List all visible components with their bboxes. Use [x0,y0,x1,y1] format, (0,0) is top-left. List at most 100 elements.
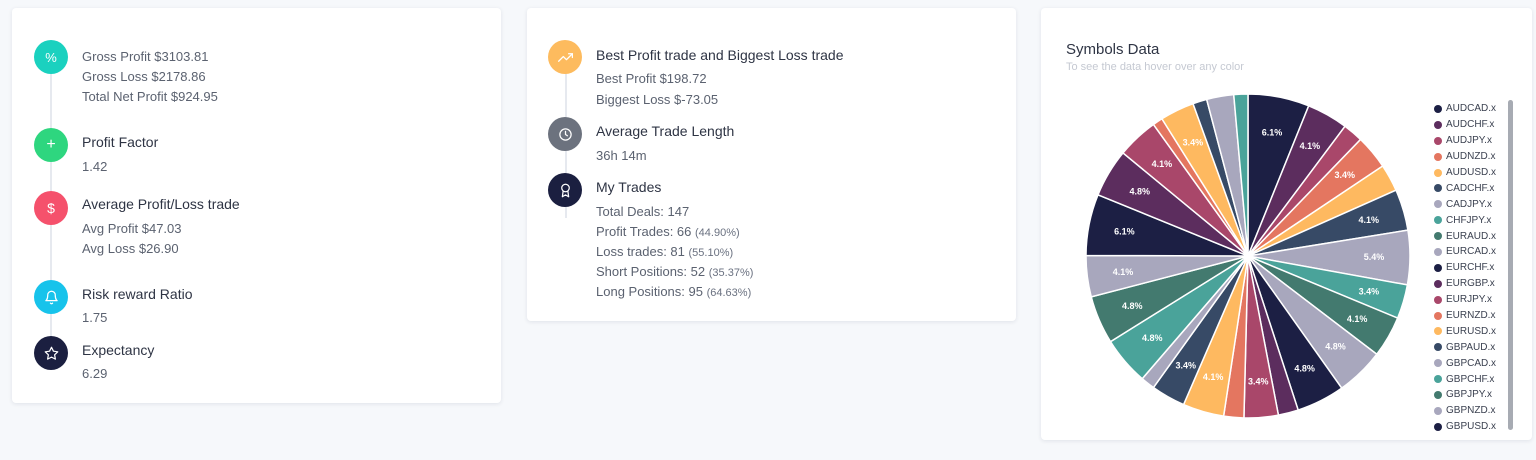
legend-label: CHFJPY.x [1446,214,1492,226]
legend-scrollbar-thumb[interactable] [1508,100,1513,430]
award-icon [548,173,582,207]
legend-label: AUDCAD.x [1446,103,1497,115]
legend-item[interactable]: EURAUD.x [1434,228,1504,244]
legend-label: GBPCAD.x [1446,357,1497,369]
total-net-profit: Total Net Profit $924.95 [82,89,218,104]
legend-label: EURUSD.x [1446,325,1497,337]
slice-label: 4.1% [1347,314,1368,324]
legend-item[interactable]: GBPJPY.x [1434,387,1504,403]
legend-swatch [1434,168,1442,177]
slice-label: 4.1% [1358,215,1379,225]
legend-label: AUDNZD.x [1446,151,1496,163]
legend-label: GBPJPY.x [1446,389,1492,401]
slice-label: 5.4% [1364,252,1385,262]
legend-label: GBPNZD.x [1446,405,1496,417]
legend-swatch [1434,343,1442,352]
best-profit: Best Profit $198.72 [596,71,707,86]
legend-item[interactable]: EURNZD.x [1434,308,1504,324]
bell-icon [34,280,68,314]
legend-label: AUDUSD.x [1446,167,1497,178]
legend-swatch [1434,216,1442,225]
legend-label: EURNZD.x [1446,310,1496,322]
legend-scrollbar[interactable] [1508,100,1513,430]
legend-item[interactable]: EURJPY.x [1434,292,1504,308]
symbols-pie-chart[interactable]: 6.1% 4.1% 3.4% 4.1% 5.4% 3.4% 4.1% 4.8% 4.8% 3.4%… [1080,88,1416,424]
expectancy-value: 6.29 [82,366,108,381]
symbols-data-card: Symbols Data To see the data hover over … [1041,8,1532,440]
slice-label: 3.4% [1248,377,1269,387]
legend-item[interactable]: CHFJPY.x [1434,212,1504,228]
avg-profit: Avg Profit $47.03 [82,221,182,236]
legend-item[interactable]: AUDJPY.x [1434,133,1504,149]
legend-item[interactable]: AUDUSD.x [1434,165,1504,181]
slice-label: 3.4% [1183,138,1204,148]
legend-label: CADJPY.x [1446,198,1492,210]
legend-swatch [1434,422,1442,431]
profit-trades: Profit Trades: 66 (44.90%) [596,224,740,239]
clock-icon [548,117,582,151]
legend-item[interactable]: CADJPY.x [1434,196,1504,212]
trades-stats-card: Best Profit trade and Biggest Loss trade… [527,8,1016,321]
risk-reward-value: 1.75 [82,310,108,325]
legend-swatch [1434,279,1442,288]
legend-item[interactable]: AUDCAD.x [1434,101,1504,117]
legend-swatch [1434,311,1442,320]
legend-item[interactable]: GBPCAD.x [1434,355,1504,371]
legend-item[interactable]: EURGBP.x [1434,276,1504,292]
legend-label: EURGBP.x [1446,278,1495,290]
legend-swatch [1434,200,1442,209]
dollar-icon: $ [34,191,68,225]
legend-item[interactable]: GBPCHF.x [1434,371,1504,387]
legend-swatch [1434,104,1442,113]
avg-loss: Avg Loss $26.90 [82,241,179,256]
legend-swatch [1434,120,1442,129]
legend-swatch [1434,184,1442,193]
slice-label: 6.1% [1114,227,1135,237]
legend-label: CADCHF.x [1446,182,1495,194]
star-icon [34,336,68,370]
legend-swatch [1434,136,1442,145]
slice-label: 3.4% [1359,287,1380,297]
expectancy-title: Expectancy [82,342,155,358]
legend-item[interactable]: GBPUSD.x [1434,419,1504,435]
legend-swatch [1434,247,1442,256]
legend-item[interactable]: GBPNZD.x [1434,403,1504,419]
legend-item[interactable]: CADCHF.x [1434,180,1504,196]
slice-label: 6.1% [1262,127,1283,137]
legend-item[interactable]: EURCHF.x [1434,260,1504,276]
slice-label: 4.8% [1142,333,1163,343]
legend-item[interactable]: GBPAUD.x [1434,339,1504,355]
legend-swatch [1434,359,1442,368]
legend-label: GBPCHF.x [1446,373,1495,385]
my-trades-title: My Trades [596,179,662,195]
legend-swatch [1434,390,1442,399]
slice-label: 4.1% [1152,159,1173,169]
legend-item[interactable]: EURUSD.x [1434,323,1504,339]
profit-factor-title: Profit Factor [82,134,159,150]
legend-item[interactable]: AUDNZD.x [1434,149,1504,165]
slice-label: 4.8% [1130,186,1151,196]
total-deals: Total Deals: 147 [596,204,690,219]
slice-label: 3.4% [1176,361,1197,371]
slice-label: 4.8% [1122,301,1143,311]
legend-item[interactable]: AUDCHF.x [1434,117,1504,133]
profit-stats-card: % Gross Profit $3103.81 Gross Loss $2178… [12,8,501,403]
best-worst-trade-title: Best Profit trade and Biggest Loss trade [596,47,844,63]
avg-profit-loss-title: Average Profit/Loss trade [82,196,240,212]
legend-item[interactable]: EURCAD.x [1434,244,1504,260]
legend-label: EURAUD.x [1446,230,1497,242]
legend-swatch [1434,152,1442,161]
avg-trade-length-title: Average Trade Length [596,123,735,139]
legend-swatch [1434,232,1442,241]
legend-swatch [1434,406,1442,415]
legend-label: EURCHF.x [1446,262,1495,274]
legend-label: EURCAD.x [1446,246,1497,258]
legend-label: AUDJPY.x [1446,135,1492,147]
loss-trades: Loss trades: 81 (55.10%) [596,244,734,259]
chart-title: Symbols Data [1066,41,1160,58]
chart-legend: AUDCAD.x AUDCHF.x AUDJPY.x AUDNZD.x AUDUSD.x… [1434,101,1504,435]
slice-label: 4.1% [1113,267,1134,277]
chart-subtitle: To see the data hover over any color [1066,61,1244,73]
avg-trade-length-value: 36h 14m [596,148,647,163]
legend-label: EURJPY.x [1446,294,1492,306]
